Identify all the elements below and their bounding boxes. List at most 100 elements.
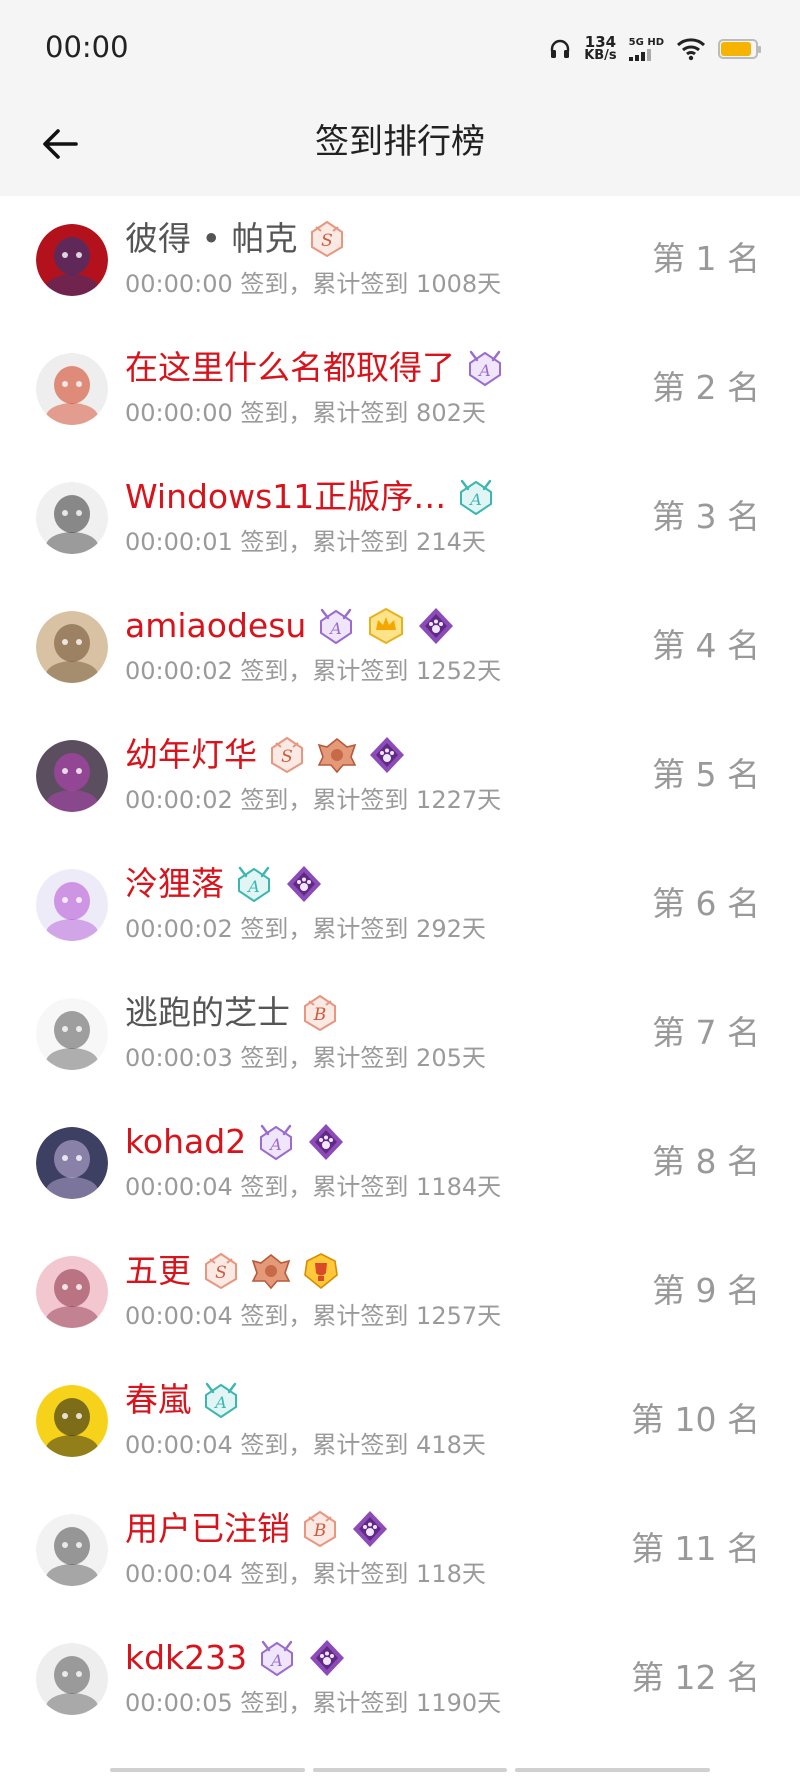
rank-label: 第 8 名 [652, 1142, 760, 1181]
name-line: 逃跑的芝士 B [125, 990, 340, 1036]
s-badge-icon: S [271, 736, 303, 774]
status-icons: 134 KB/s 5G HD [548, 32, 761, 66]
leaderboard-row[interactable]: 春嵐 A 00:00:04 签到，累计签到 418天 第 10 名 [0, 1357, 800, 1486]
svg-text:S: S [215, 1263, 227, 1283]
name-line: 幼年灯华 S [125, 732, 407, 778]
rank-label: 第 9 名 [652, 1271, 760, 1310]
paw-diamond-badge-icon [287, 866, 321, 902]
leaderboard-row[interactable]: Windows11正版序… A 00:00:01 签到，累计签到 214天 第 3 … [0, 454, 800, 583]
svg-text:A: A [268, 1135, 282, 1154]
page-title: 签到排行榜 [315, 122, 485, 162]
user-name[interactable]: 春嵐 [125, 1377, 191, 1423]
a-cat-badge-purple-icon: A [260, 1124, 293, 1161]
a-cat-badge-purple-icon: A [320, 608, 353, 645]
user-name[interactable]: kdk233 [125, 1635, 247, 1681]
rank-label: 第 10 名 [631, 1400, 760, 1439]
rank-label: 第 6 名 [652, 884, 760, 923]
checkin-info: 00:00:05 签到，累计签到 1190天 [125, 1689, 502, 1717]
avatar[interactable] [36, 1514, 108, 1586]
rank-label: 第 7 名 [652, 1013, 760, 1052]
leaderboard-row[interactable]: 五更 S 00:00:04 签到，累计签到 1257天 第 9 名 [0, 1228, 800, 1357]
a-cat-badge-teal-icon: A [205, 1382, 237, 1419]
checkin-info: 00:00:02 签到，累计签到 1227天 [125, 786, 502, 814]
status-bar: 00:00 134 KB/s 5G HD [0, 0, 800, 96]
avatar[interactable] [36, 998, 108, 1070]
user-name[interactable]: 用户已注销 [125, 1506, 290, 1552]
avatar[interactable] [36, 869, 108, 941]
speed-unit: KB/s [584, 48, 617, 63]
user-name[interactable]: kohad2 [125, 1119, 246, 1165]
user-name[interactable]: 彼得 • 帕克 [125, 216, 297, 262]
signal-bars-icon [628, 49, 651, 61]
user-name[interactable]: 泠狸落 [125, 861, 224, 907]
user-name[interactable]: 幼年灯华 [125, 732, 257, 778]
checkin-info: 00:00:04 签到，累计签到 418天 [125, 1431, 486, 1459]
leaderboard-row[interactable]: 泠狸落 A 00:00:02 签到，累计签到 292天 第 6 名 [0, 841, 800, 970]
rank-label: 第 1 名 [652, 239, 760, 278]
user-name[interactable]: 五更 [125, 1248, 191, 1294]
checkin-info: 00:00:03 签到，累计签到 205天 [125, 1044, 486, 1072]
leaderboard-row[interactable]: amiaodesu A 00:00:02 签到，累计签到 1252天 第 4 名 [0, 583, 800, 712]
avatar[interactable] [36, 482, 108, 554]
leaderboard-row[interactable]: 用户已注销 B 00:00:04 签到，累计签到 118天 第 11 名 [0, 1486, 800, 1615]
avatar[interactable] [36, 224, 108, 296]
avatar[interactable] [36, 1256, 108, 1328]
paw-diamond-badge-icon [309, 1124, 344, 1160]
paw-diamond-badge-icon [370, 737, 404, 773]
name-line: 在这里什么名都取得了 A [125, 345, 505, 391]
name-line: 春嵐 A [125, 1377, 241, 1423]
checkin-info: 00:00:00 签到，累计签到 802天 [125, 399, 486, 427]
network-type: 5G HD [628, 37, 664, 48]
leaderboard-list: 彼得 • 帕克 S 00:00:00 签到，累计签到 1008天 第 1 名 在这里… [0, 196, 800, 1744]
leaderboard-row[interactable]: kdk233 A 00:00:05 签到，累计签到 1190天 第 12 名 [0, 1615, 800, 1744]
svg-text:A: A [477, 361, 491, 380]
cellular-signal: 5G HD [628, 37, 664, 61]
svg-text:B: B [313, 1521, 327, 1541]
b-badge-icon: B [304, 994, 336, 1032]
rank-label: 第 12 名 [631, 1658, 760, 1697]
bottom-partial-row-divider [110, 1768, 711, 1772]
leaderboard-row[interactable]: kohad2 A 00:00:04 签到，累计签到 1184天 第 8 名 [0, 1099, 800, 1228]
a-cat-badge-purple-icon: A [261, 1640, 294, 1677]
leaderboard-row[interactable]: 在这里什么名都取得了 A 00:00:00 签到，累计签到 802天 第 2 名 [0, 325, 800, 454]
avatar[interactable] [36, 353, 108, 425]
avatar[interactable] [36, 1127, 108, 1199]
leaderboard-row[interactable]: 彼得 • 帕克 S 00:00:00 签到，累计签到 1008天 第 1 名 [0, 196, 800, 325]
s-badge-icon: S [311, 220, 344, 258]
svg-text:A: A [469, 490, 483, 509]
leaderboard-row[interactable]: 幼年灯华 S 00:00:02 签到，累计签到 1227天 第 5 名 [0, 712, 800, 841]
name-line: amiaodesu A [125, 603, 456, 649]
avatar[interactable] [36, 740, 108, 812]
checkin-info: 00:00:04 签到，累计签到 1184天 [125, 1173, 502, 1201]
network-speed: 134 KB/s [584, 35, 617, 63]
name-line: kohad2 A [125, 1119, 346, 1165]
battery-icon [718, 39, 761, 59]
avatar[interactable] [36, 1643, 108, 1715]
checkin-info: 00:00:01 签到，累计签到 214天 [125, 528, 486, 556]
avatar[interactable] [36, 611, 108, 683]
app-header: 签到排行榜 [0, 96, 800, 196]
a-cat-badge-teal-icon: A [238, 866, 270, 903]
headphone-icon [551, 39, 570, 58]
rank-label: 第 3 名 [652, 497, 760, 536]
wifi-icon [676, 38, 706, 61]
user-name[interactable]: amiaodesu [125, 603, 306, 649]
leaderboard-row[interactable]: 逃跑的芝士 B 00:00:03 签到，累计签到 205天 第 7 名 [0, 970, 800, 1099]
user-name[interactable]: 逃跑的芝士 [125, 990, 290, 1036]
a-cat-badge-purple-icon: A [469, 350, 501, 387]
rank-label: 第 5 名 [652, 755, 760, 794]
user-name[interactable]: Windows11正版序… [125, 474, 446, 520]
svg-text:A: A [213, 1393, 227, 1412]
avatar[interactable] [36, 1385, 108, 1457]
gold-trophy-badge-icon [304, 1253, 338, 1290]
svg-text:A: A [329, 619, 343, 638]
rank-label: 第 11 名 [631, 1529, 760, 1568]
svg-text:A: A [246, 877, 260, 896]
paw-diamond-badge-icon [419, 608, 454, 644]
name-line: 彼得 • 帕克 S [125, 216, 347, 262]
s-badge-icon: S [205, 1252, 237, 1290]
user-name[interactable]: 在这里什么名都取得了 [125, 345, 455, 391]
name-line: Windows11正版序… A [125, 474, 496, 520]
rank-label: 第 2 名 [652, 368, 760, 407]
paw-diamond-badge-icon [310, 1640, 345, 1676]
